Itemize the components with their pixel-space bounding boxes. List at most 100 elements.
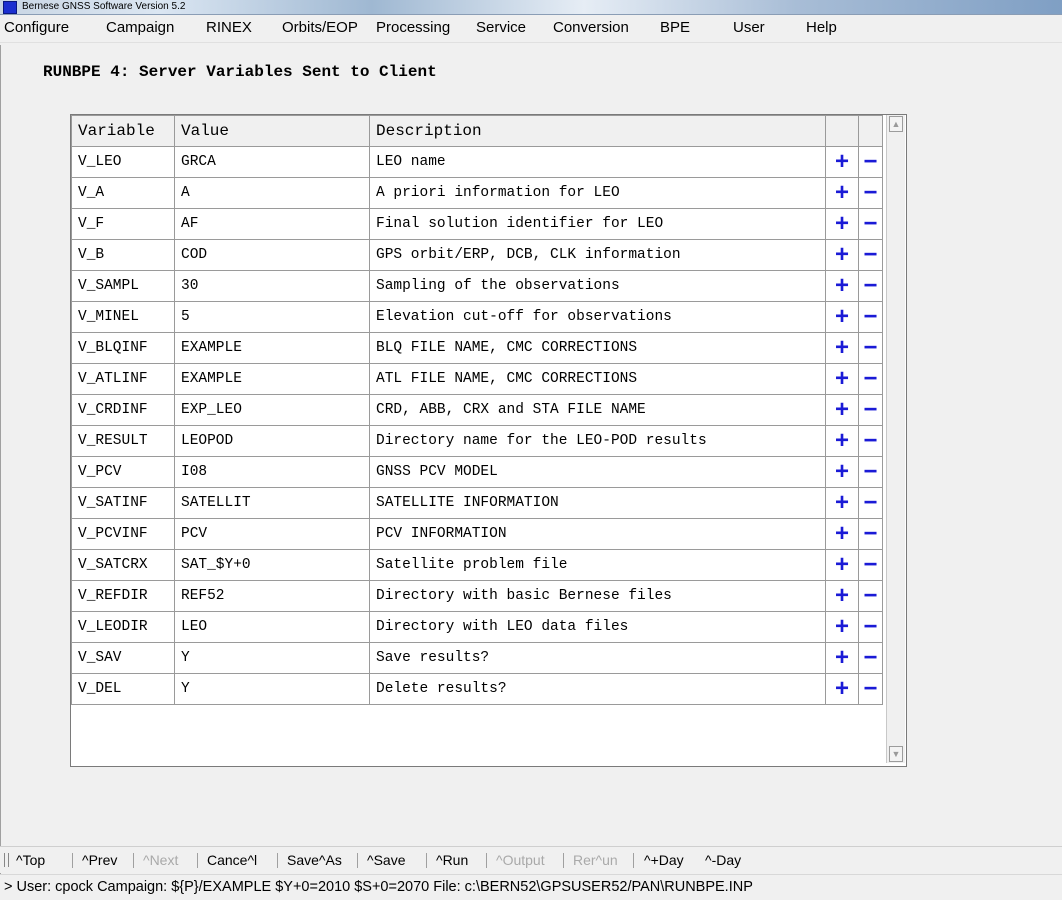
add-row-button[interactable]: + xyxy=(825,208,859,240)
description-cell[interactable]: GPS orbit/ERP, DCB, CLK information xyxy=(369,239,826,271)
variable-cell[interactable]: V_SATINF xyxy=(71,487,175,519)
value-cell[interactable]: A xyxy=(174,177,370,209)
remove-row-button[interactable]: − xyxy=(858,642,883,674)
add-row-button[interactable]: + xyxy=(825,487,859,519)
remove-row-button[interactable]: − xyxy=(858,611,883,643)
remove-row-button[interactable]: − xyxy=(858,549,883,581)
menu-rinex[interactable]: RINEX xyxy=(206,19,252,37)
value-cell[interactable]: SATELLIT xyxy=(174,487,370,519)
menu-processing[interactable]: Processing xyxy=(376,19,450,37)
value-cell[interactable]: EXAMPLE xyxy=(174,332,370,364)
value-cell[interactable]: Y xyxy=(174,642,370,674)
prev-button[interactable]: ^Prev xyxy=(82,847,117,873)
remove-row-button[interactable]: − xyxy=(858,270,883,302)
cancel-button[interactable]: Cance^l xyxy=(207,847,257,873)
plus-day-button[interactable]: ^+Day xyxy=(644,847,684,873)
value-cell[interactable]: 30 xyxy=(174,270,370,302)
menu-bpe[interactable]: BPE xyxy=(660,19,690,37)
menu-orbits-eop[interactable]: Orbits/EOP xyxy=(282,19,358,37)
variable-cell[interactable]: V_CRDINF xyxy=(71,394,175,426)
add-row-button[interactable]: + xyxy=(825,177,859,209)
add-row-button[interactable]: + xyxy=(825,394,859,426)
remove-row-button[interactable]: − xyxy=(858,239,883,271)
value-cell[interactable]: GRCA xyxy=(174,146,370,178)
next-button[interactable]: ^Next xyxy=(143,847,178,873)
description-cell[interactable]: Delete results? xyxy=(369,673,826,705)
header-description[interactable]: Description xyxy=(369,115,826,147)
remove-row-button[interactable]: − xyxy=(858,394,883,426)
value-cell[interactable]: LEOPOD xyxy=(174,425,370,457)
value-cell[interactable]: Y xyxy=(174,673,370,705)
variable-cell[interactable]: V_PCV xyxy=(71,456,175,488)
description-cell[interactable]: SATELLITE INFORMATION xyxy=(369,487,826,519)
remove-row-button[interactable]: − xyxy=(858,301,883,333)
variable-cell[interactable]: V_RESULT xyxy=(71,425,175,457)
remove-row-button[interactable]: − xyxy=(858,487,883,519)
add-row-button[interactable]: + xyxy=(825,239,859,271)
variable-cell[interactable]: V_SAMPL xyxy=(71,270,175,302)
value-cell[interactable]: I08 xyxy=(174,456,370,488)
add-row-button[interactable]: + xyxy=(825,146,859,178)
menu-help[interactable]: Help xyxy=(806,19,837,37)
description-cell[interactable]: CRD, ABB, CRX and STA FILE NAME xyxy=(369,394,826,426)
save-button[interactable]: ^Save xyxy=(367,847,405,873)
add-row-button[interactable]: + xyxy=(825,580,859,612)
description-cell[interactable]: Elevation cut-off for observations xyxy=(369,301,826,333)
remove-row-button[interactable]: − xyxy=(858,580,883,612)
scroll-up-icon[interactable]: ▲ xyxy=(889,116,903,132)
description-cell[interactable]: Sampling of the observations xyxy=(369,270,826,302)
add-row-button[interactable]: + xyxy=(825,425,859,457)
variable-cell[interactable]: V_F xyxy=(71,208,175,240)
add-row-button[interactable]: + xyxy=(825,673,859,705)
description-cell[interactable]: LEO name xyxy=(369,146,826,178)
vertical-scrollbar[interactable]: ▲ ▼ xyxy=(886,115,905,763)
add-row-button[interactable]: + xyxy=(825,611,859,643)
add-row-button[interactable]: + xyxy=(825,456,859,488)
description-cell[interactable]: Satellite problem file xyxy=(369,549,826,581)
variable-cell[interactable]: V_PCVINF xyxy=(71,518,175,550)
value-cell[interactable]: AF xyxy=(174,208,370,240)
variable-cell[interactable]: V_LEO xyxy=(71,146,175,178)
description-cell[interactable]: BLQ FILE NAME, CMC CORRECTIONS xyxy=(369,332,826,364)
menu-user[interactable]: User xyxy=(733,19,765,37)
variable-cell[interactable]: V_LEODIR xyxy=(71,611,175,643)
remove-row-button[interactable]: − xyxy=(858,673,883,705)
variable-cell[interactable]: V_ATLINF xyxy=(71,363,175,395)
description-cell[interactable]: Final solution identifier for LEO xyxy=(369,208,826,240)
menu-configure[interactable]: Configure xyxy=(4,19,69,37)
variable-cell[interactable]: V_A xyxy=(71,177,175,209)
variable-cell[interactable]: V_REFDIR xyxy=(71,580,175,612)
menu-service[interactable]: Service xyxy=(476,19,526,37)
add-row-button[interactable]: + xyxy=(825,549,859,581)
description-cell[interactable]: ATL FILE NAME, CMC CORRECTIONS xyxy=(369,363,826,395)
menu-campaign[interactable]: Campaign xyxy=(106,19,174,37)
variable-cell[interactable]: V_BLQINF xyxy=(71,332,175,364)
value-cell[interactable]: EXP_LEO xyxy=(174,394,370,426)
variable-cell[interactable]: V_MINEL xyxy=(71,301,175,333)
remove-row-button[interactable]: − xyxy=(858,146,883,178)
description-cell[interactable]: A priori information for LEO xyxy=(369,177,826,209)
value-cell[interactable]: LEO xyxy=(174,611,370,643)
description-cell[interactable]: PCV INFORMATION xyxy=(369,518,826,550)
remove-row-button[interactable]: − xyxy=(858,363,883,395)
description-cell[interactable]: GNSS PCV MODEL xyxy=(369,456,826,488)
remove-row-button[interactable]: − xyxy=(858,456,883,488)
output-button[interactable]: ^Output xyxy=(496,847,545,873)
remove-row-button[interactable]: − xyxy=(858,177,883,209)
value-cell[interactable]: 5 xyxy=(174,301,370,333)
add-row-button[interactable]: + xyxy=(825,518,859,550)
rerun-button[interactable]: Rer^un xyxy=(573,847,618,873)
header-value[interactable]: Value xyxy=(174,115,370,147)
remove-row-button[interactable]: − xyxy=(858,332,883,364)
remove-row-button[interactable]: − xyxy=(858,208,883,240)
variable-cell[interactable]: V_SATCRX xyxy=(71,549,175,581)
add-row-button[interactable]: + xyxy=(825,363,859,395)
value-cell[interactable]: PCV xyxy=(174,518,370,550)
run-button[interactable]: ^Run xyxy=(436,847,468,873)
save-as-button[interactable]: Save^As xyxy=(287,847,342,873)
add-row-button[interactable]: + xyxy=(825,642,859,674)
value-cell[interactable]: EXAMPLE xyxy=(174,363,370,395)
menu-conversion[interactable]: Conversion xyxy=(553,19,629,37)
variable-cell[interactable]: V_DEL xyxy=(71,673,175,705)
variable-cell[interactable]: V_SAV xyxy=(71,642,175,674)
